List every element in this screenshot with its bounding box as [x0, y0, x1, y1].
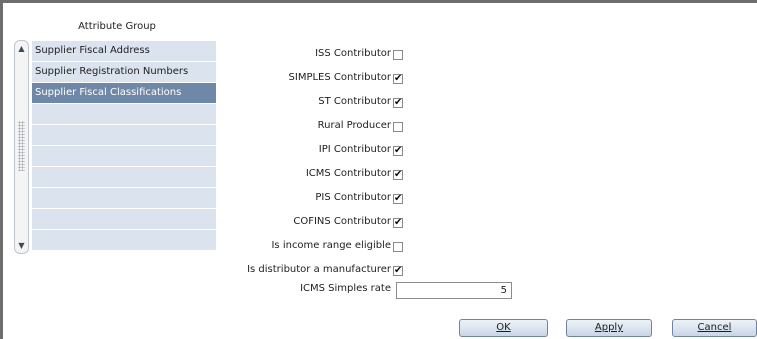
checkmark-icon: ✔: [394, 193, 403, 204]
field-label: Rural Producer: [317, 120, 391, 131]
field-checkbox[interactable]: [393, 122, 403, 132]
field-label: PIS Contributor: [315, 192, 391, 203]
scroll-down-arrow-icon[interactable]: ▼: [16, 240, 27, 251]
field-label: Is distributor a manufacturer: [247, 264, 391, 275]
scroll-grip-icon[interactable]: [18, 121, 25, 171]
field-checkbox[interactable]: [393, 242, 403, 252]
window-left-border: [0, 0, 3, 339]
checkmark-icon: ✔: [394, 217, 403, 228]
field-checkbox[interactable]: ✔: [393, 98, 403, 108]
field-label: ICMS Contributor: [305, 168, 391, 179]
field-label: ST Contributor: [318, 96, 391, 107]
field-checkbox[interactable]: ✔: [393, 194, 403, 204]
field-checkbox[interactable]: ✔: [393, 218, 403, 228]
field-label: ISS Contributor: [315, 48, 391, 59]
field-label: SIMPLES Contributor: [288, 72, 391, 83]
field-checkbox[interactable]: [393, 50, 403, 60]
checkmark-icon: ✔: [394, 73, 403, 84]
field-label: IPI Contributor: [318, 144, 391, 155]
field-checkbox[interactable]: ✔: [393, 170, 403, 180]
apply-button[interactable]: Apply: [566, 319, 652, 337]
ok-button[interactable]: OK: [459, 319, 548, 337]
scroll-up-arrow-icon[interactable]: ▲: [16, 43, 27, 54]
icms-simples-rate-label: ICMS Simples rate: [300, 283, 391, 294]
attribute-group-title: Attribute Group: [78, 21, 156, 32]
field-checkbox[interactable]: ✔: [393, 74, 403, 84]
checkmark-icon: ✔: [394, 169, 403, 180]
icms-simples-rate-input[interactable]: 5: [396, 282, 512, 299]
list-scrollbar[interactable]: ▲ ▼: [14, 40, 29, 254]
checkmark-icon: ✔: [394, 265, 403, 276]
field-label: Is income range eligible: [271, 240, 391, 251]
field-checkbox[interactable]: ✔: [393, 146, 403, 156]
checkmark-icon: ✔: [394, 145, 403, 156]
field-label: COFINS Contributor: [293, 216, 391, 227]
window-top-border: [0, 0, 757, 3]
checkmark-icon: ✔: [394, 97, 403, 108]
cancel-button[interactable]: Cancel: [672, 319, 757, 337]
field-checkbox[interactable]: ✔: [393, 266, 403, 276]
